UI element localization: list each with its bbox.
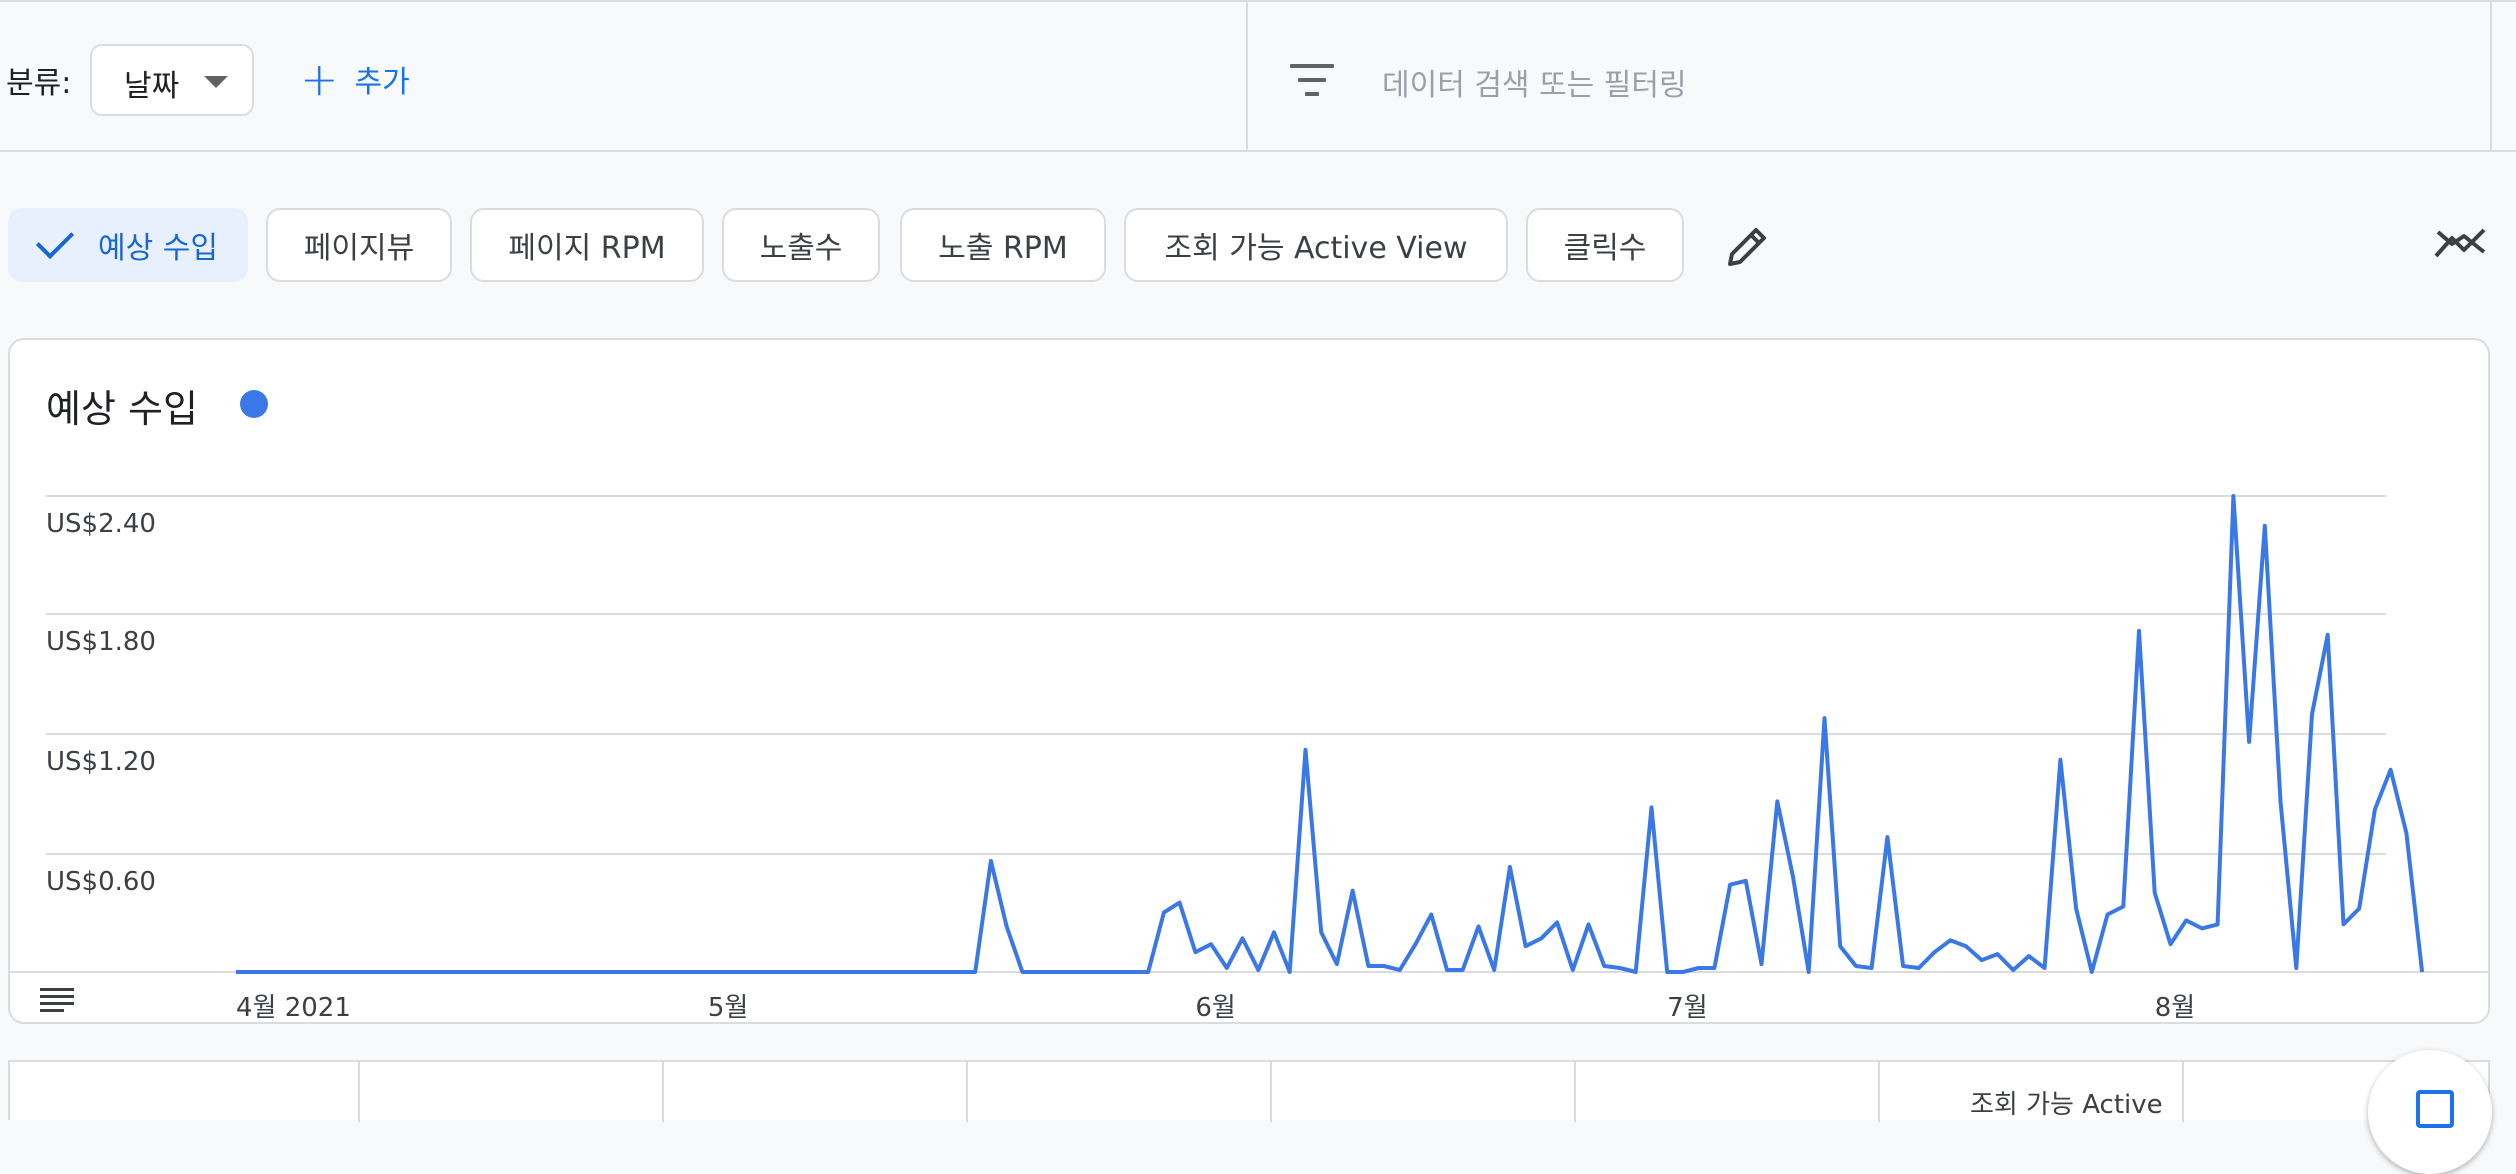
x-tick-label: 6월: [1195, 993, 1235, 1023]
export-icon: [2416, 1090, 2454, 1128]
plus-icon: +: [300, 52, 339, 106]
metric-chip-clicks[interactable]: 클릭수: [1526, 208, 1684, 282]
metric-chip-label: 페이지 RPM: [508, 231, 666, 266]
add-dimension-button[interactable]: + 추가: [300, 50, 410, 108]
chevron-down-icon: [204, 76, 228, 88]
toolbar-divider: [1246, 2, 1248, 152]
metric-chip-active-view[interactable]: 조회 가능 Active View: [1124, 208, 1508, 282]
y-tick-label: US$2.40: [46, 509, 156, 539]
x-tick-label: 4월 2021: [236, 993, 351, 1023]
pencil-icon[interactable]: [1722, 222, 1772, 272]
table-column-header[interactable]: 조회 가능 Active: [1970, 1084, 2163, 1121]
x-tick-label: 7월: [1667, 993, 1707, 1023]
y-tick-label: US$1.20: [46, 747, 156, 777]
add-label: 추가: [354, 65, 410, 100]
chart-card: 예상 수입 US$0.60 US$1.20 US$1.80 US$2.40 4월 202…: [8, 338, 2490, 1024]
y-tick-label: US$0.60: [46, 867, 156, 897]
metric-chip-label: 노출 RPM: [938, 231, 1068, 266]
download-fab[interactable]: [2368, 1050, 2492, 1174]
toolbar-divider-right: [2490, 2, 2492, 152]
trend-compare-icon[interactable]: [2434, 222, 2488, 268]
metric-chip-estimated-earnings[interactable]: 예상 수입: [8, 208, 248, 282]
metric-chip-label: 노출수: [759, 231, 843, 266]
x-tick-label: 5월: [708, 993, 748, 1023]
x-tick-label: 8월: [2155, 993, 2195, 1023]
search-input[interactable]: 데이터 검색 또는 필터링: [1382, 60, 1687, 104]
category-value: 날짜: [124, 69, 180, 104]
metric-chip-label: 예상 수입: [98, 231, 218, 266]
metric-chip-label: 페이지뷰: [303, 231, 415, 266]
report-toolbar: 분류: 날짜 + 추가 데이터 검색 또는 필터링: [0, 0, 2516, 152]
metric-chip-page-rpm[interactable]: 페이지 RPM: [470, 208, 704, 282]
line-chart: US$0.60 US$1.20 US$1.80 US$2.40 4월 2021 5월 6월 7…: [10, 494, 2490, 1023]
metric-chip-impression-rpm[interactable]: 노출 RPM: [900, 208, 1106, 282]
metric-chip-label: 클릭수: [1563, 231, 1647, 266]
metric-chip-impressions[interactable]: 노출수: [722, 208, 880, 282]
metric-chip-pageviews[interactable]: 페이지뷰: [266, 208, 452, 282]
data-table-header: 조회 가능 Active: [8, 1060, 2490, 1122]
y-tick-label: US$1.80: [46, 627, 156, 657]
list-icon[interactable]: [40, 988, 74, 1014]
category-dropdown[interactable]: 날짜: [90, 44, 254, 116]
check-icon: [35, 220, 75, 260]
category-label: 분류:: [6, 66, 72, 101]
filter-icon[interactable]: [1290, 64, 1334, 98]
metric-chip-label: 조회 가능 Active View: [1164, 231, 1468, 266]
